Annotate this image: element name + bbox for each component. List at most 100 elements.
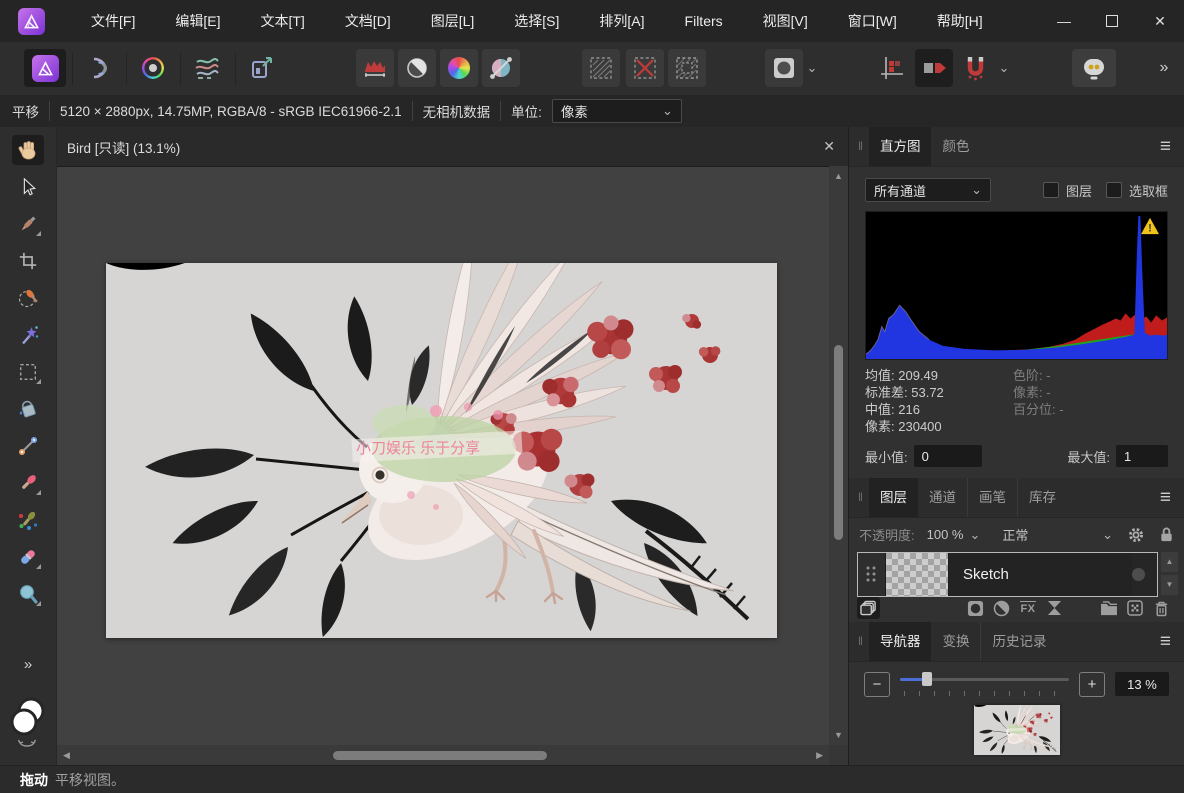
panel-menu-icon[interactable]: ≡ <box>1160 488 1171 507</box>
zoom-out-button[interactable]: − <box>864 672 890 697</box>
blend-mode-dropdown-icon[interactable]: ⌄ <box>1102 530 1113 540</box>
artboard[interactable]: 小刀娱乐 乐于分享 <box>106 263 777 638</box>
min-value-input[interactable]: 0 <box>914 445 982 467</box>
menu-view[interactable]: 视图[V] <box>743 0 828 42</box>
blur-tool[interactable] <box>12 579 44 609</box>
panel-drag-handle-icon[interactable]: ‖ <box>858 478 863 517</box>
layer-checkbox[interactable] <box>1043 182 1059 198</box>
menu-text[interactable]: 文本[T] <box>240 0 324 42</box>
layer-name[interactable]: Sketch <box>949 553 1132 596</box>
menu-window[interactable]: 窗口[W] <box>828 0 917 42</box>
zoom-value[interactable]: 13 % <box>1115 672 1169 696</box>
flood-select-tool[interactable] <box>12 320 44 350</box>
selection-brush-tool[interactable] <box>12 283 44 313</box>
layers-scroll-down[interactable]: ▼ <box>1161 575 1178 595</box>
export-persona-button[interactable] <box>243 49 281 87</box>
document-tab[interactable]: Bird [只读] (13.1%) <box>57 137 180 157</box>
mask-layer-button[interactable] <box>964 597 987 619</box>
horizontal-scroll-thumb[interactable] <box>333 751 547 760</box>
pixel-brush-tool[interactable] <box>12 505 44 535</box>
lock-icon[interactable] <box>1159 526 1174 543</box>
photo-persona-button[interactable] <box>24 49 66 87</box>
horizontal-scrollbar[interactable]: ◀ ▶ <box>57 745 829 765</box>
vertical-scrollbar[interactable]: ▲ ▼ <box>829 166 848 745</box>
document-close-icon[interactable]: ✕ <box>823 138 835 155</box>
tab-history[interactable]: 历史记录 <box>980 622 1057 661</box>
layer-drag-handle[interactable] <box>858 553 886 596</box>
scroll-right-icon[interactable]: ▶ <box>816 745 823 765</box>
scroll-down-icon[interactable]: ▼ <box>829 730 848 740</box>
marquee-checkbox[interactable] <box>1106 182 1122 198</box>
panel-drag-handle-icon[interactable]: ‖ <box>858 622 863 661</box>
view-tool[interactable] <box>12 135 44 165</box>
crop-tool[interactable] <box>12 246 44 276</box>
auto-levels-button[interactable] <box>356 49 394 87</box>
close-button[interactable]: ✕ <box>1136 0 1184 42</box>
channels-dropdown[interactable]: 所有通道 ⌄ <box>865 178 991 202</box>
tab-navigator[interactable]: 导航器 <box>869 622 932 661</box>
menu-edit[interactable]: 编辑[E] <box>155 0 240 42</box>
marquee-select-tool[interactable] <box>12 357 44 387</box>
navigator-preview[interactable] <box>849 705 1184 755</box>
colour-picker-tool[interactable] <box>12 209 44 239</box>
liquify-persona-button[interactable] <box>80 49 118 87</box>
chevron-down-icon[interactable]: ⌄ <box>970 530 981 540</box>
duplicate-layer-button[interactable] <box>857 597 880 619</box>
tab-channels[interactable]: 通道 <box>918 478 967 517</box>
adjustment-layer-button[interactable] <box>990 597 1013 619</box>
panel-drag-handle-icon[interactable]: ‖ <box>858 127 863 166</box>
live-filter-button[interactable] <box>1043 597 1066 619</box>
layers-scroll-up[interactable]: ▲ <box>1161 552 1178 572</box>
invert-selection-button[interactable] <box>668 49 706 87</box>
quick-mask-button[interactable] <box>765 49 803 87</box>
units-dropdown[interactable]: 像素 ⌄ <box>552 99 682 123</box>
gradient-tool[interactable] <box>12 431 44 461</box>
menu-help[interactable]: 帮助[H] <box>917 0 1003 42</box>
zoom-slider[interactable] <box>900 671 1069 697</box>
layer-visibility-dot[interactable] <box>1132 568 1145 581</box>
zoom-in-button[interactable]: + <box>1079 672 1105 697</box>
menu-select[interactable]: 选择[S] <box>494 0 579 42</box>
warning-icon[interactable]: ! <box>1140 217 1160 235</box>
develop-persona-button[interactable] <box>134 49 172 87</box>
canvas-viewport[interactable]: 小刀娱乐 乐于分享 <box>57 166 829 745</box>
show-grid-button[interactable] <box>876 49 908 87</box>
panel-menu-icon[interactable]: ≡ <box>1160 632 1171 651</box>
menu-document[interactable]: 文档[D] <box>325 0 411 42</box>
minimize-button[interactable]: — <box>1040 0 1088 42</box>
layer-effects-button[interactable]: FX <box>1016 597 1039 619</box>
zoom-slider-thumb[interactable] <box>922 672 932 686</box>
scroll-left-icon[interactable]: ◀ <box>63 745 70 765</box>
deselect-button[interactable] <box>626 49 664 87</box>
blend-mode-value[interactable]: 正常 <box>1002 525 1028 544</box>
move-by-whole-pixels-button[interactable] <box>915 49 953 87</box>
assistant-button[interactable] <box>1072 49 1116 87</box>
tools-overflow-button[interactable]: » <box>24 656 32 673</box>
auto-contrast-button[interactable] <box>398 49 436 87</box>
opacity-value[interactable]: 100 % <box>927 527 964 542</box>
auto-colours-button[interactable] <box>440 49 478 87</box>
menu-layer[interactable]: 图层[L] <box>411 0 495 42</box>
maximize-button[interactable] <box>1088 0 1136 42</box>
quick-mask-dropdown[interactable]: ⌄ <box>803 49 821 87</box>
vertical-scroll-thumb[interactable] <box>834 345 843 540</box>
select-all-button[interactable] <box>582 49 620 87</box>
flood-fill-tool[interactable] <box>12 394 44 424</box>
layer-thumbnail[interactable] <box>886 553 949 596</box>
menu-filters[interactable]: Filters <box>665 0 743 42</box>
toolbar-overflow-button[interactable]: » <box>1152 49 1176 87</box>
move-tool[interactable] <box>12 172 44 202</box>
tab-transform[interactable]: 变换 <box>931 622 980 661</box>
tab-colour[interactable]: 颜色 <box>931 127 980 166</box>
auto-white-balance-button[interactable] <box>482 49 520 87</box>
layer-row-sketch[interactable]: Sketch <box>857 552 1158 597</box>
max-value-input[interactable]: 1 <box>1116 445 1168 467</box>
panel-menu-icon[interactable]: ≡ <box>1160 137 1171 156</box>
tab-brushes[interactable]: 画笔 <box>967 478 1017 517</box>
erase-brush-tool[interactable] <box>12 542 44 572</box>
tab-stock[interactable]: 库存 <box>1017 478 1067 517</box>
group-layers-button[interactable] <box>1098 597 1121 619</box>
delete-layer-button[interactable] <box>1150 597 1173 619</box>
snapping-dropdown[interactable]: ⌄ <box>995 49 1013 87</box>
scroll-up-icon[interactable]: ▲ <box>829 171 848 181</box>
